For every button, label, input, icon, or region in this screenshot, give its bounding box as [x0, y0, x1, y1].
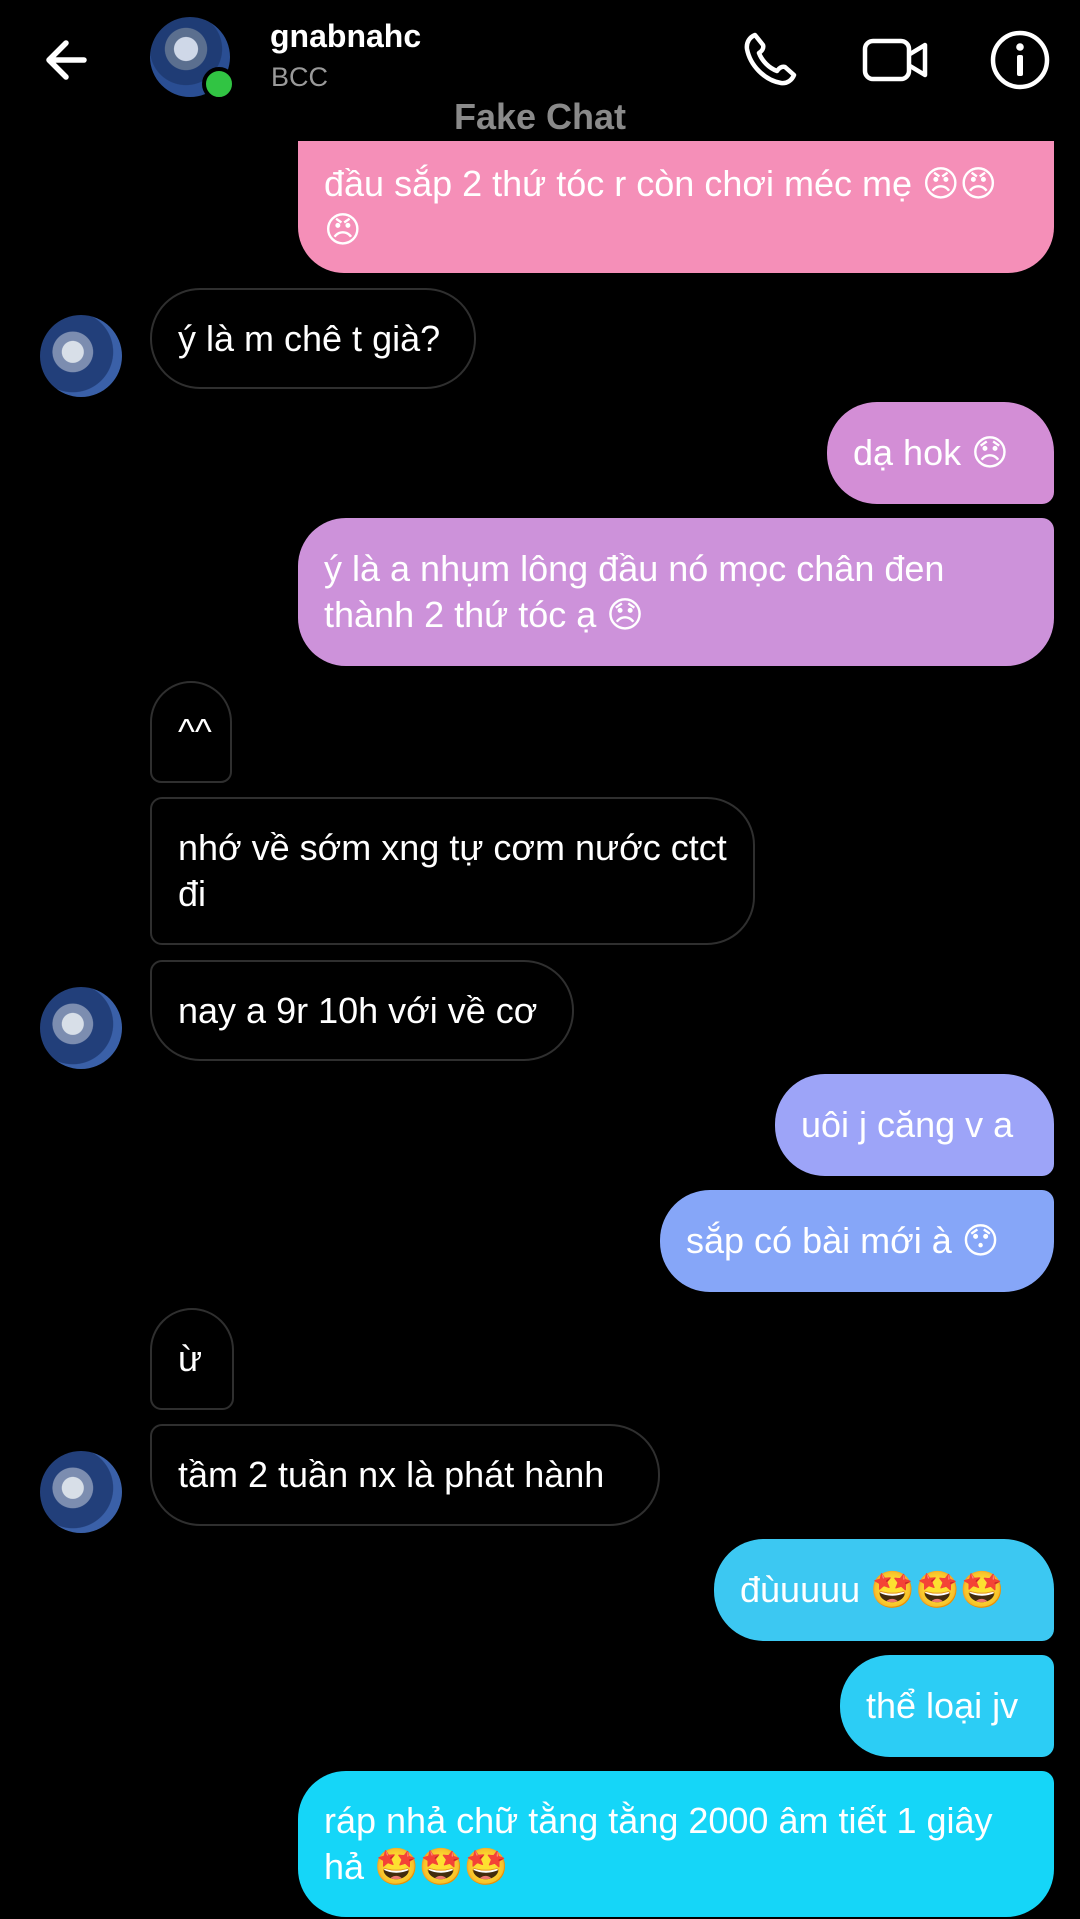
back-button[interactable] — [38, 30, 98, 90]
outgoing-message[interactable]: dạ hok 😞 — [827, 402, 1054, 504]
contact-name[interactable]: gnabnahc — [270, 18, 421, 55]
info-button[interactable] — [985, 25, 1055, 95]
video-call-button[interactable] — [860, 25, 930, 95]
contact-avatar-small[interactable] — [40, 987, 122, 1069]
phone-icon — [744, 32, 797, 86]
voice-call-button[interactable] — [735, 25, 805, 95]
chat-screen: { "header": { "contact_name": "gnabnahc"… — [0, 0, 1080, 1919]
contact-avatar-small[interactable] — [40, 315, 122, 397]
contact-subtitle: BCC — [271, 62, 329, 92]
outgoing-message[interactable]: đầu sắp 2 thứ tóc r còn chơi méc mẹ 😠😠😠 — [298, 141, 1054, 273]
incoming-message[interactable]: ừ — [150, 1308, 234, 1410]
video-camera-icon — [862, 38, 928, 82]
outgoing-message[interactable]: đùuuuu 🤩🤩🤩 — [714, 1539, 1054, 1641]
incoming-message[interactable]: nhớ về sớm xng tự cơm nước ctct đi — [150, 797, 755, 945]
outgoing-message[interactable]: uôi j căng v a — [775, 1074, 1054, 1176]
incoming-message[interactable]: ^^ — [150, 681, 232, 783]
outgoing-message[interactable]: ý là a nhụm lông đầu nó mọc chân đen thà… — [298, 518, 1054, 666]
chat-header: gnabnahc BCC Fake Chat — [0, 0, 1080, 140]
outgoing-message[interactable]: sắp có bài mới à 😯 — [660, 1190, 1054, 1292]
contact-avatar-small[interactable] — [40, 1451, 122, 1533]
info-icon — [990, 30, 1050, 90]
incoming-message[interactable]: nay a 9r 10h với về cơ — [150, 960, 574, 1061]
outgoing-message[interactable]: ráp nhả chữ tằng tằng 2000 âm tiết 1 giâ… — [298, 1771, 1054, 1917]
back-arrow-icon — [46, 40, 87, 80]
incoming-message[interactable]: ý là m chê t già? — [150, 288, 476, 389]
watermark-text: Fake Chat — [453, 96, 627, 137]
incoming-message[interactable]: tầm 2 tuần nx là phát hành — [150, 1424, 660, 1526]
outgoing-message[interactable]: thể loại jv — [840, 1655, 1054, 1757]
